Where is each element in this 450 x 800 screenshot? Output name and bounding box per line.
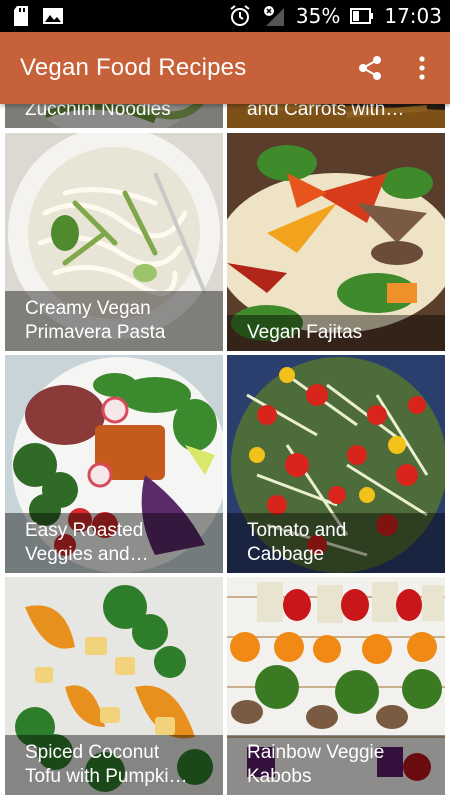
recipe-card-tomato-and-cabbage[interactable]: Tomato and Cabbage [227, 355, 445, 573]
recipe-card-zucchini-noodles[interactable]: Zucchini Noodles [5, 104, 223, 128]
image-icon [43, 8, 63, 24]
recipe-card-creamy-vegan-primavera-pasta[interactable]: Creamy Vegan Primavera Pasta [5, 133, 223, 351]
recipe-card-vegan-fajitas[interactable]: Vegan Fajitas [227, 133, 445, 351]
recipe-title: Creamy Vegan Primavera Pasta [5, 291, 223, 351]
app-bar: Vegan Food Recipes [0, 32, 450, 104]
recipe-card-rainbow-veggie-kabobs[interactable]: Rainbow Veggie Kabobs [227, 577, 445, 795]
recipe-title: Rainbow Veggie Kabobs [227, 735, 445, 795]
more-vert-icon[interactable] [412, 54, 432, 82]
battery-percent: 35% [295, 4, 341, 28]
battery-icon [350, 8, 374, 24]
recipe-card-easy-roasted-veggies[interactable]: Easy Roasted Veggies and… [5, 355, 223, 573]
recipe-card-carrots[interactable]: and Carrots with… [227, 104, 445, 128]
recipe-title: Easy Roasted Veggies and… [5, 513, 223, 573]
status-bar: 35% 17:03 [0, 0, 450, 32]
recipe-title: Tomato and Cabbage [227, 513, 445, 573]
sd-card-icon [14, 6, 28, 26]
recipe-title: Vegan Fajitas [227, 315, 445, 351]
clock: 17:03 [384, 4, 442, 28]
signal-off-icon [263, 6, 284, 26]
share-icon[interactable] [356, 54, 384, 82]
recipe-grid: Zucchini Noodles and Carrots with… Cream… [0, 104, 450, 800]
app-title: Vegan Food Recipes [20, 54, 247, 81]
alarm-icon [230, 5, 250, 26]
recipe-card-spiced-coconut-tofu[interactable]: Spiced Coconut Tofu with Pumpki… [5, 577, 223, 795]
recipe-title: Zucchini Noodles [5, 104, 223, 128]
recipe-title: and Carrots with… [227, 104, 445, 128]
recipe-title: Spiced Coconut Tofu with Pumpki… [5, 735, 223, 795]
